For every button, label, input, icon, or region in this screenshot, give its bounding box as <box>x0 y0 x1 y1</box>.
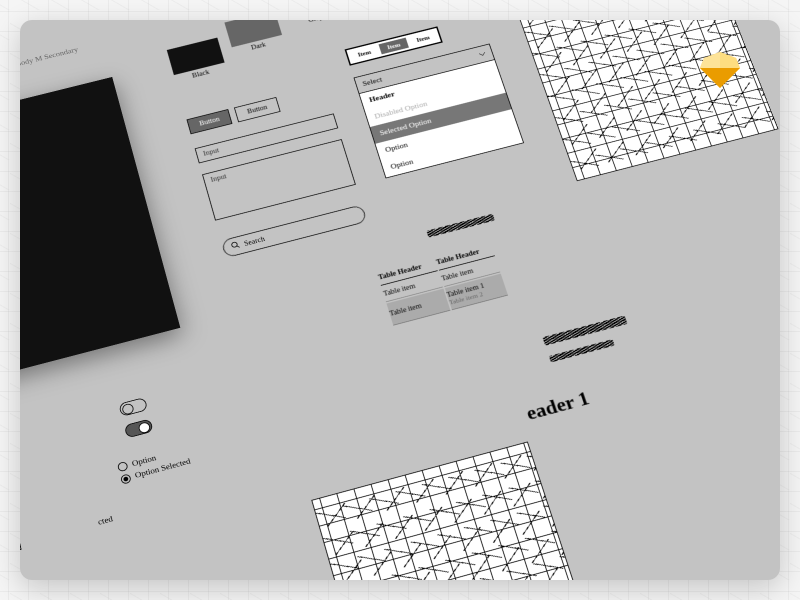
tab-item-active[interactable]: Item <box>379 38 409 55</box>
select-dropdown: Select Header Disabled Option Selected O… <box>354 44 524 179</box>
header-1-cutoff: eader 1 <box>524 387 593 425</box>
typography-panel: Header 1 Header 2 Header 3 Header 4 Body… <box>20 77 180 429</box>
checkbox-option[interactable] <box>20 538 27 554</box>
search-icon <box>230 240 241 252</box>
chevron-down-icon <box>478 50 488 59</box>
toggle-on[interactable] <box>124 418 154 438</box>
checkbox-label-partial: cted <box>97 514 114 527</box>
swatch-dark: Dark <box>224 20 285 57</box>
map-tile <box>505 20 778 181</box>
preview-card: Body M Secondary Header 1 Header 2 Heade… <box>20 20 780 580</box>
map-tile <box>311 442 576 580</box>
toggle-off[interactable] <box>118 397 148 417</box>
data-table: Table Header Table Header Table item Tab… <box>374 239 510 327</box>
body-m-secondary-label-outer: Body M Secondary <box>20 46 79 69</box>
tab-item[interactable]: Item <box>408 30 438 47</box>
swatch-grey: Grey <box>281 20 341 29</box>
primary-button[interactable]: Button <box>186 109 232 134</box>
secondary-button[interactable]: Button <box>234 97 280 122</box>
swatch-black: Black <box>167 38 228 85</box>
tab-item[interactable]: Item <box>349 45 379 62</box>
sketch-icon <box>698 48 742 92</box>
